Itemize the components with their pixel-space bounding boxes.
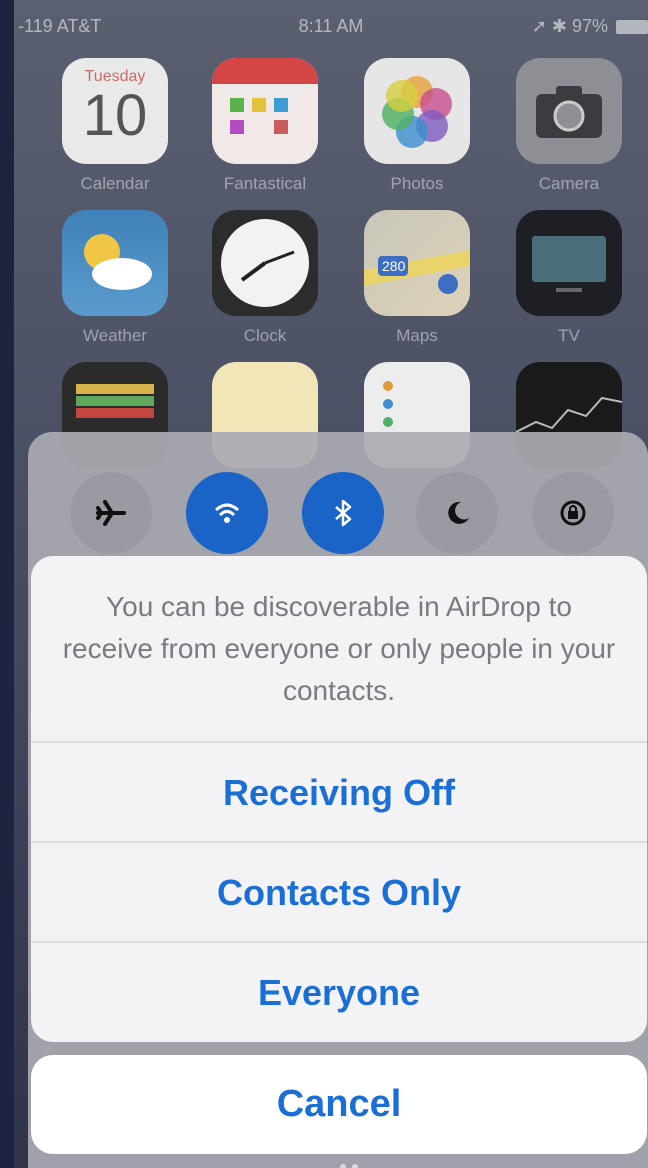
page-dot xyxy=(340,1164,346,1168)
photos-app-icon[interactable] xyxy=(364,58,470,164)
clock-app-icon[interactable] xyxy=(212,210,318,316)
rotation-lock-icon xyxy=(560,500,586,526)
wifi-toggle[interactable] xyxy=(186,472,268,554)
rotation-lock-toggle[interactable] xyxy=(532,472,614,554)
airplane-icon xyxy=(96,500,126,526)
app-label: TV xyxy=(558,326,580,345)
app-label: Camera xyxy=(538,174,600,193)
airdrop-message: You can be discoverable in AirDrop to re… xyxy=(62,591,616,706)
app-label: Weather xyxy=(83,326,147,345)
map-route-badge: 280 xyxy=(382,258,406,274)
camera-app-icon[interactable] xyxy=(516,58,622,164)
do-not-disturb-toggle[interactable] xyxy=(416,472,498,554)
contacts-only-option[interactable]: Contacts Only xyxy=(31,841,647,943)
maps-app-icon[interactable]: 280 xyxy=(364,210,470,316)
tv-screen-icon xyxy=(532,236,606,292)
calendar-grid-icon xyxy=(212,58,318,134)
cancel-button[interactable]: Cancel xyxy=(31,1055,647,1154)
map-icon xyxy=(364,250,470,294)
app-label: Calendar xyxy=(80,174,150,193)
page-indicator xyxy=(340,1157,364,1168)
app-label: Maps xyxy=(396,326,438,345)
calendar-app-icon[interactable]: Tuesday 10 xyxy=(62,58,168,164)
airplane-mode-toggle[interactable] xyxy=(70,472,152,554)
app-label: Clock xyxy=(243,326,287,345)
app-label: Fantastical xyxy=(223,174,307,193)
flower-icon xyxy=(382,76,452,148)
bluetooth-icon xyxy=(335,499,352,527)
weather-app-icon[interactable] xyxy=(62,210,168,316)
clock-face-icon xyxy=(221,219,309,307)
moon-icon xyxy=(448,501,469,524)
sun-cloud-icon xyxy=(84,234,152,290)
receiving-off-option[interactable]: Receiving Off xyxy=(31,741,647,843)
tv-app-icon[interactable] xyxy=(516,210,622,316)
camera-icon xyxy=(536,86,602,138)
airdrop-action-sheet: You can be discoverable in AirDrop to re… xyxy=(31,556,647,1042)
everyone-option[interactable]: Everyone xyxy=(31,941,647,1042)
fantastical-app-icon[interactable] xyxy=(212,58,318,164)
bluetooth-toggle[interactable] xyxy=(302,472,384,554)
app-label: Photos xyxy=(390,174,444,193)
wifi-icon xyxy=(214,503,240,523)
page-dot xyxy=(352,1164,358,1168)
calendar-date: 10 xyxy=(82,83,148,148)
